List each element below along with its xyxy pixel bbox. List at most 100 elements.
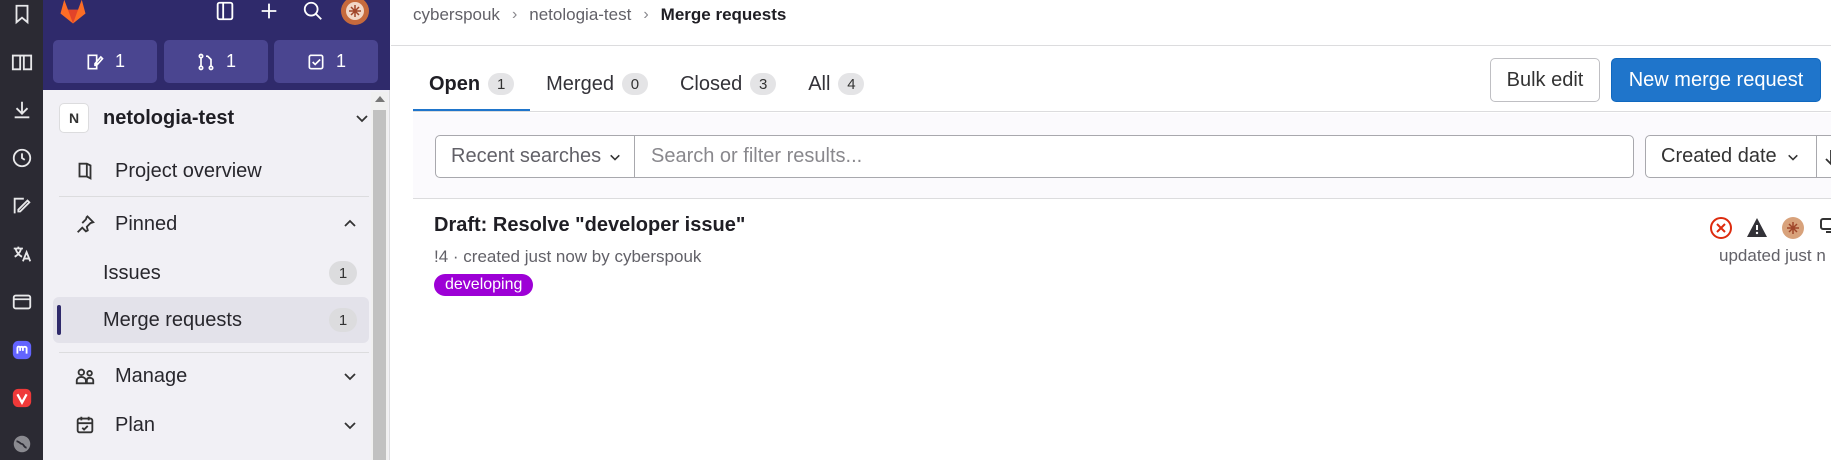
issues-icon [87,54,104,69]
tab-label: Open [429,72,481,95]
gitlab-logo-icon[interactable] [58,0,88,26]
merge-request-title[interactable]: Draft: Resolve "developer issue" [434,214,745,237]
sidebar-item-label: Manage [115,364,188,387]
chevron-down-icon [344,373,356,381]
recent-searches-dropdown[interactable]: Recent searches [435,135,635,178]
issues-count-badge: 1 [329,261,357,285]
chevron-down-icon [344,422,356,430]
chevron-down-icon [356,115,368,123]
assignee-avatar[interactable] [1781,216,1805,240]
issues-count: 1 [114,51,125,71]
divider [59,196,369,197]
pipeline-failed-icon[interactable] [1709,216,1733,240]
merge-requests-counter[interactable]: 1 [164,40,268,83]
sort-label: Created date [1661,145,1777,167]
create-new-icon[interactable] [254,0,284,26]
recent-searches-label: Recent searches [451,145,602,167]
project-switcher[interactable]: N netologia-test [59,98,369,138]
main-content: cyberspouk › netologia-test › Merge requ… [391,0,1831,460]
tab-all[interactable]: All 4 [792,56,880,112]
project-name: netologia-test [103,106,235,129]
project-avatar: N [59,103,89,133]
app-root: 1 1 1 N netologia-test Project overview … [0,0,1831,460]
warning-icon[interactable] [1745,216,1769,240]
header-divider [391,45,1831,46]
project-icon [71,157,99,185]
toggle-sidebar-icon[interactable] [210,0,240,26]
vivaldi-icon[interactable] [6,382,37,413]
downloads-icon[interactable] [6,94,37,125]
tab-label: Merged [546,72,614,95]
sidebar-item-label: Merge requests [103,308,242,331]
scrollbar-thumb[interactable] [373,110,386,460]
search-icon[interactable] [298,0,328,26]
tab-open[interactable]: Open 1 [413,56,531,112]
divider [59,352,369,353]
todos-counter[interactable]: 1 [274,40,378,83]
scroll-up-arrow-icon[interactable] [375,96,385,102]
breadcrumb-separator: › [643,6,649,23]
sort-dropdown[interactable]: Created date [1645,135,1817,178]
history-icon[interactable] [6,142,37,173]
breadcrumb-separator: › [511,6,518,23]
merge-requests-count: 1 [225,51,236,71]
merge-request-icon [198,53,214,70]
web-panel-icon[interactable] [6,428,37,459]
chevron-up-icon [344,219,356,227]
bulk-edit-button[interactable]: Bulk edit [1490,58,1600,102]
tab-label: Closed [679,72,743,95]
notes-icon[interactable] [6,190,37,221]
browser-side-panel [0,0,43,460]
reading-list-icon[interactable] [6,46,37,77]
translate-icon[interactable] [6,238,37,269]
tab-count-badge: 1 [488,73,515,95]
merge-request-updated-time: updated just n [1719,246,1826,265]
sidebar-item-issues[interactable]: Issues 1 [53,250,369,296]
sidebar-item-project-overview[interactable]: Project overview [59,149,369,193]
chevron-down-icon [1787,154,1798,161]
breadcrumb: cyberspouk › netologia-test › Merge requ… [413,2,786,28]
tab-closed[interactable]: Closed 3 [664,56,792,112]
sort-descending-icon [1825,149,1831,165]
merge-request-status-icons [1709,216,1831,240]
tabs-divider [413,111,1831,112]
calendar-icon [71,411,99,439]
sidebar-item-label: Pinned [115,212,178,235]
todo-icon [308,54,324,69]
user-avatar[interactable] [340,0,370,26]
mastodon-icon[interactable] [6,334,37,365]
merge-request-meta: !4 · created just now by cyberspouk [434,247,702,266]
sidebar-item-label: Plan [115,413,156,436]
pin-icon [71,210,99,238]
gitlab-sidebar: 1 1 1 N netologia-test Project overview … [43,0,390,460]
sidebar-item-label: Project overview [115,159,262,182]
issues-counter[interactable]: 1 [53,40,157,83]
todos-count: 1 [335,51,346,71]
breadcrumb-item-group[interactable]: cyberspouk [413,5,500,25]
merge-requests-count-badge: 1 [329,308,357,332]
window-panel-icon[interactable] [6,286,37,317]
breadcrumb-item-current[interactable]: Merge requests [661,5,787,25]
sidebar-section-plan[interactable]: Plan [59,403,369,447]
sidebar-item-merge-requests[interactable]: Merge requests 1 [53,297,369,343]
filter-bar: Recent searches Created date [413,113,1831,199]
tab-label: All [808,72,831,95]
tab-count-badge: 3 [750,73,777,95]
bookmarks-icon[interactable] [6,0,37,29]
comments-icon[interactable] [1817,216,1831,240]
label-badge[interactable]: developing [434,274,534,296]
tab-count-badge: 0 [621,73,648,95]
merge-request-state-tabs: Open 1 Merged 0 Closed 3 All 4 [413,56,880,112]
sidebar-header: 1 1 1 [43,0,390,90]
tab-count-badge: 4 [838,73,865,95]
tab-merged[interactable]: Merged 0 [530,56,664,112]
new-merge-request-button[interactable]: New merge request [1611,58,1821,102]
search-input[interactable] [634,135,1634,178]
sidebar-scrollbar[interactable] [371,92,388,460]
sort-direction-button[interactable] [1816,135,1831,178]
sidebar-item-label: Issues [103,261,161,284]
sidebar-section-pinned[interactable]: Pinned [59,202,369,246]
chevron-down-icon [610,154,620,161]
breadcrumb-item-project[interactable]: netologia-test [529,5,631,25]
sidebar-section-manage[interactable]: Manage [59,354,369,398]
